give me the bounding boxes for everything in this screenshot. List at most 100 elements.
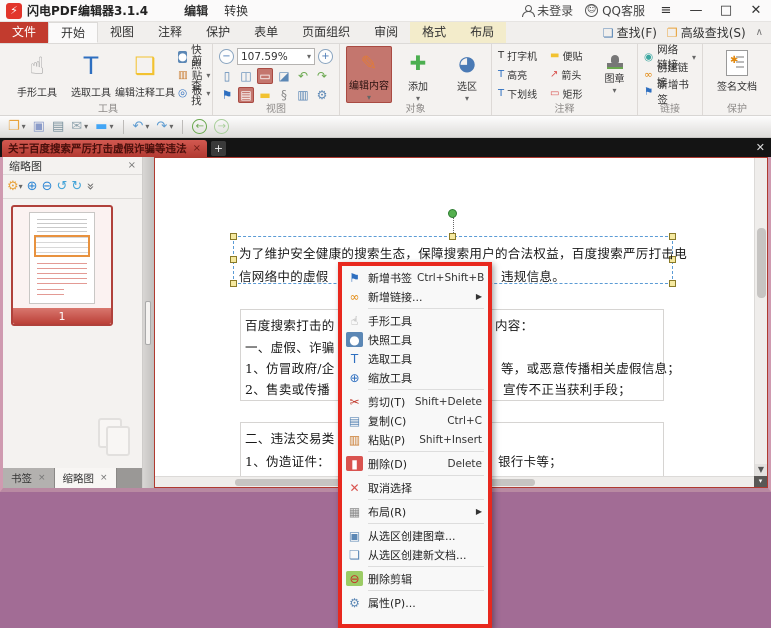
context-menu-item-cancel-selection[interactable]: ✕取消选择 — [342, 478, 488, 497]
full-screen-button[interactable]: ◪ — [276, 68, 292, 84]
tab-bar-close-icon[interactable]: ✕ — [756, 141, 765, 154]
context-menu-item-paste[interactable]: ▥粘贴(P)Shift+Insert — [342, 430, 488, 449]
find-button[interactable]: ❏ 查找(F) — [603, 24, 657, 41]
stamp-icon — [606, 55, 624, 69]
handle-sw[interactable] — [230, 280, 237, 287]
context-menu-item-layout[interactable]: ▦布局(R)▶ — [342, 502, 488, 521]
add-bookmark-button[interactable]: ⚑新增书签 — [644, 84, 696, 100]
advanced-find-button[interactable]: ❐ 高级查找(S) — [667, 24, 746, 41]
stamp-button[interactable]: 图章 ▾ — [598, 46, 631, 103]
menu-item-view[interactable]: 视图 — [98, 22, 146, 43]
context-menu-item-add-link[interactable]: ∞新增链接...▶ — [342, 287, 488, 306]
redo-button[interactable]: ↷▾ — [156, 119, 173, 134]
login-button[interactable]: 未登录 — [522, 2, 573, 19]
sidebar-options-button[interactable]: ⚙▾ — [7, 179, 23, 194]
context-menu-item-stamp-from-selection[interactable]: ▣从选区创建图章... — [342, 526, 488, 545]
vertical-scrollbar[interactable]: ▼ — [754, 158, 767, 476]
hamburger-menu-button[interactable]: ≡ — [657, 3, 675, 18]
zoom-out-button[interactable]: − — [219, 49, 234, 64]
handle-ne[interactable] — [669, 233, 676, 240]
menu-item-layout[interactable]: 布局 — [458, 22, 506, 43]
maximize-button[interactable]: □ — [717, 3, 735, 18]
nav-forward-button[interactable]: → — [214, 119, 229, 134]
document-tab-close-icon[interactable]: × — [193, 143, 201, 154]
context-menu-item-cut[interactable]: ✂剪切(T)Shift+Delete — [342, 392, 488, 411]
rotate-right-button[interactable]: ↷ — [314, 68, 330, 84]
paste-label: 粘贴(P) — [368, 432, 405, 448]
splitter-grip[interactable] — [145, 301, 151, 345]
menu-item-protect[interactable]: 保护 — [194, 22, 242, 43]
email-button[interactable]: ✉▾ — [71, 119, 88, 134]
handle-nw[interactable] — [230, 233, 237, 240]
find-button[interactable]: ◎查找▾ — [178, 85, 210, 101]
rotate-left-button[interactable]: ↶ — [295, 68, 311, 84]
single-page-view-button[interactable]: ▯ — [219, 68, 235, 84]
context-menu-item-properties[interactable]: ⚙属性(P)... — [342, 593, 488, 612]
vertical-scrollbar-thumb[interactable] — [757, 228, 766, 298]
context-menu-item-snapshot-tool[interactable]: ●快照工具 — [342, 330, 488, 349]
handle-n[interactable] — [449, 233, 456, 240]
nav-back-button[interactable]: ← — [192, 119, 207, 134]
handle-se[interactable] — [669, 280, 676, 287]
ribbon-collapse-button[interactable]: ∧ — [756, 27, 763, 38]
save-button[interactable]: ▣ — [33, 119, 45, 134]
zoom-level-combobox[interactable]: 107.59% ▾ — [237, 48, 315, 65]
close-button[interactable]: ✕ — [747, 3, 765, 18]
print-button[interactable]: ▤ — [52, 119, 64, 134]
zoom-in-button[interactable]: + — [318, 49, 333, 64]
context-menu-item-add-bookmark[interactable]: ⚑新增书签Ctrl+Shift+B — [342, 268, 488, 287]
context-menu-item-doc-from-selection[interactable]: ❏从选区创建新文档... — [342, 545, 488, 564]
share-button[interactable]: ▬▾ — [95, 119, 113, 134]
sidebar-tab-thumbnails-close-icon[interactable]: × — [100, 473, 108, 483]
minimize-button[interactable]: — — [687, 3, 705, 18]
sticky-note-button[interactable]: ▬便贴 — [550, 47, 592, 65]
menu-item-form[interactable]: 表单 — [242, 22, 290, 43]
sidebar-tab-bookmarks-close-icon[interactable]: × — [38, 473, 46, 483]
menu-item-format[interactable]: 格式 — [410, 22, 458, 43]
sidebar-close-icon[interactable]: × — [128, 160, 136, 171]
new-tab-button[interactable]: + — [211, 141, 226, 156]
typewriter-button[interactable]: T打字机 — [498, 47, 546, 65]
hand-tool-button[interactable]: ☝手形工具 — [10, 46, 64, 103]
menu-item-home[interactable]: 开始 — [48, 22, 98, 43]
menu-item-file[interactable]: 文件 — [0, 22, 48, 43]
context-menu-item-delete[interactable]: ▮删除(D)Delete — [342, 454, 488, 473]
sidebar-zoom-in-button[interactable]: ⊕ — [27, 179, 38, 194]
context-menu-item-copy[interactable]: ▤复制(C)Ctrl+C — [342, 411, 488, 430]
select-tool-button[interactable]: T选取工具 — [64, 46, 118, 103]
add-object-button[interactable]: ✚添加▾ — [395, 46, 441, 103]
sidebar-tab-thumbnails[interactable]: 缩略图× — [55, 468, 117, 488]
sidebar-rotate-left-button[interactable]: ↺ — [56, 179, 67, 194]
edit-content-button[interactable]: ✎编辑内容▾ — [346, 46, 392, 103]
qq-service-button[interactable]: ☺ QQ客服 — [585, 2, 645, 19]
undo-button[interactable]: ↶▾ — [133, 119, 150, 134]
sidebar-tab-bookmarks[interactable]: 书签× — [3, 468, 55, 488]
arrow-button[interactable]: ↗箭头 — [550, 66, 592, 84]
sidebar-more-button[interactable]: » — [86, 179, 94, 194]
sidebar-zoom-out-button[interactable]: ⊖ — [42, 179, 53, 194]
document-tab[interactable]: 关于百度搜索严厉打击虚假诈骗等违法违规信息 × — [2, 140, 207, 157]
rotate-handle[interactable] — [448, 209, 457, 218]
scroll-down-icon[interactable]: ▼ — [755, 464, 767, 476]
context-menu-item-select-tool[interactable]: T选取工具 — [342, 349, 488, 368]
fit-page-button[interactable]: ◫ — [238, 68, 254, 84]
fit-width-button[interactable]: ▭ — [257, 68, 273, 84]
highlight-button[interactable]: T高亮 — [498, 66, 546, 84]
sidebar-rotate-right-button[interactable]: ↻ — [71, 179, 82, 194]
context-menu-item-zoom-tool[interactable]: ⊕缩放工具 — [342, 368, 488, 387]
open-file-button[interactable]: ❐▾ — [8, 119, 26, 134]
mode-tab-edit[interactable]: 编辑 — [184, 2, 208, 19]
edit-annotation-tool-button[interactable]: ❑编辑注释工具 — [118, 46, 172, 103]
sidebar-splitter[interactable] — [143, 157, 154, 488]
context-menu-item-hand-tool[interactable]: ☝手形工具 — [342, 311, 488, 330]
select-area-button[interactable]: ◕选区▾ — [444, 46, 490, 103]
mode-tab-convert[interactable]: 转换 — [224, 2, 248, 19]
menu-item-review[interactable]: 审阅 — [362, 22, 410, 43]
page-thumbnail-selected[interactable]: 1 — [11, 205, 113, 326]
sign-document-button[interactable]: 签名文档 — [709, 46, 765, 103]
context-menu-item-remove-clip[interactable]: ⊖删除剪辑 — [342, 569, 488, 588]
menu-item-page-organize[interactable]: 页面组织 — [290, 22, 362, 43]
context-menu-separator — [368, 308, 484, 309]
menu-item-comment[interactable]: 注释 — [146, 22, 194, 43]
handle-w[interactable] — [230, 256, 237, 263]
